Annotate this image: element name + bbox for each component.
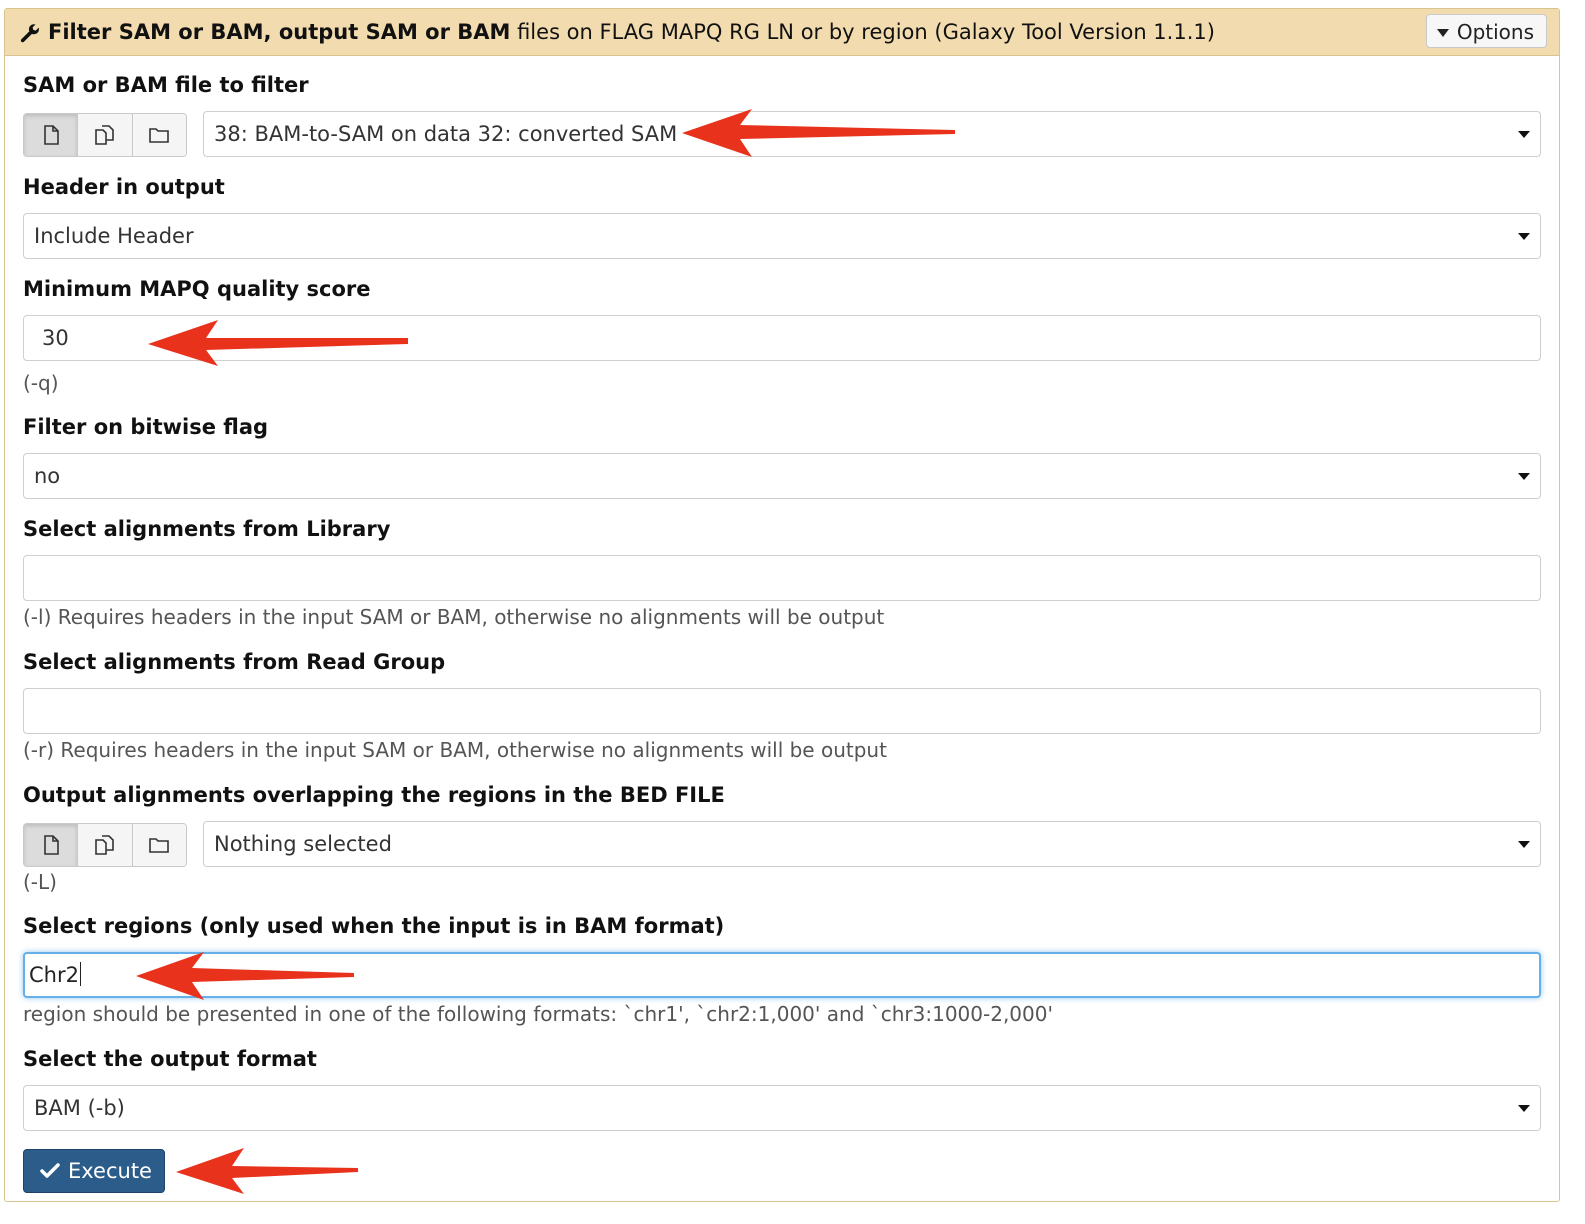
caret-down-icon [1518,1105,1530,1112]
dataset-type-toggle [23,113,187,157]
header-output-value: Include Header [34,224,194,248]
bitwise-flag-select[interactable]: no [23,453,1541,499]
input-file-label: SAM or BAM file to filter [23,73,309,97]
output-format-select[interactable]: BAM (-b) [23,1085,1541,1131]
folder-icon [149,128,170,143]
tool-form-panel: Filter SAM or BAM, output SAM or BAM fil… [4,8,1560,1202]
files-icon [95,125,114,145]
red-arrow-annotation [148,320,408,366]
tool-header: Filter SAM or BAM, output SAM or BAM fil… [5,9,1559,56]
input-file-value: 38: BAM-to-SAM on data 32: converted SAM [214,122,678,146]
collection-button[interactable] [132,114,186,156]
library-input[interactable] [23,555,1541,601]
output-format-value: BAM (-b) [34,1096,125,1120]
options-label: Options [1456,20,1534,44]
read-group-help: (-r) Requires headers in the input SAM o… [23,738,887,762]
red-arrow-annotation [136,952,354,1000]
options-button[interactable]: Options [1425,14,1547,48]
read-group-label: Select alignments from Read Group [23,650,446,674]
mapq-label: Minimum MAPQ quality score [23,277,371,301]
mapq-value: 30 [42,326,69,350]
files-icon [95,835,114,855]
red-arrow-annotation [682,109,955,157]
text-cursor [79,962,81,986]
bed-file-value: Nothing selected [214,832,392,856]
multiple-datasets-button[interactable] [78,114,133,156]
output-format-label: Select the output format [23,1047,317,1071]
file-icon [43,125,59,145]
regions-value: Chr2 [29,963,79,987]
header-output-label: Header in output [23,175,225,199]
caret-down-icon [1436,29,1449,37]
bed-file-help: (-L) [23,870,57,894]
library-help: (-l) Requires headers in the input SAM o… [23,605,885,629]
bitwise-flag-label: Filter on bitwise flag [23,415,269,439]
caret-down-icon [1518,473,1530,480]
single-dataset-button[interactable] [24,114,79,156]
bed-file-select[interactable]: Nothing selected [203,821,1541,867]
collection-button[interactable] [132,824,186,866]
read-group-input[interactable] [23,688,1541,734]
bed-dataset-type-toggle [23,823,187,867]
header-output-select[interactable]: Include Header [23,213,1541,259]
tool-title: Filter SAM or BAM, output SAM or BAM fil… [48,20,1215,44]
caret-down-icon [1518,131,1530,138]
bitwise-flag-value: no [34,464,61,488]
regions-label: Select regions (only used when the input… [23,914,725,938]
regions-help: region should be presented in one of the… [23,1002,1053,1026]
check-icon [40,1163,60,1178]
multiple-datasets-button[interactable] [78,824,133,866]
single-dataset-button[interactable] [24,824,79,866]
red-arrow-annotation [176,1148,358,1194]
caret-down-icon [1518,233,1530,240]
library-label: Select alignments from Library [23,517,391,541]
execute-label: Execute [68,1159,152,1183]
execute-button[interactable]: Execute [23,1149,165,1193]
wrench-icon [20,24,39,43]
bed-file-label: Output alignments overlapping the region… [23,783,725,807]
mapq-help: (-q) [23,371,59,395]
folder-icon [149,838,170,853]
caret-down-icon [1518,841,1530,848]
file-icon [43,835,59,855]
